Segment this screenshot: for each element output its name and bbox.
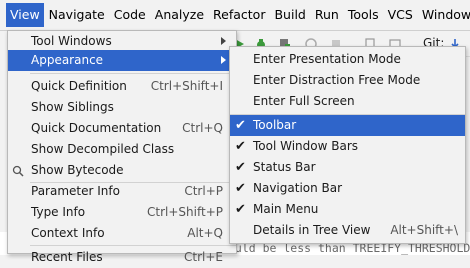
menu-item-label: Type Info <box>31 205 86 219</box>
menu-refactor[interactable]: Refactor <box>209 3 269 27</box>
menu-item-label: Enter Full Screen <box>253 94 355 108</box>
menu-item-label: Show Bytecode <box>31 163 124 177</box>
menu-item-show-bytecode[interactable]: Show Bytecode <box>8 160 236 181</box>
menu-item-label: Quick Documentation <box>31 121 162 135</box>
menu-item-toolbar[interactable]: ✔ Toolbar <box>230 115 465 136</box>
menu-item-show-decompiled-class[interactable]: Show Decompiled Class <box>8 139 236 160</box>
menu-item-label: Appearance <box>31 53 104 67</box>
menu-code[interactable]: Code <box>110 3 150 27</box>
menu-item-full-screen[interactable]: Enter Full Screen <box>230 91 465 112</box>
view-menu-dropdown: Tool Windows Appearance Quick Definition… <box>7 30 237 264</box>
menu-item-label: Main Menu <box>253 202 319 216</box>
menu-item-label: Recent Files <box>31 250 103 264</box>
submenu-arrow-icon <box>221 56 226 64</box>
menu-item-label: Show Siblings <box>31 100 114 114</box>
menu-item-label: Enter Presentation Mode <box>253 52 401 66</box>
menu-window[interactable]: Window <box>418 3 470 27</box>
menu-item-shortcut: Ctrl+Shift+P <box>147 205 223 219</box>
menu-item-status-bar[interactable]: ✔ Status Bar <box>230 157 465 178</box>
menu-item-recent-files[interactable]: Recent Files Ctrl+E <box>8 247 236 268</box>
menu-run[interactable]: Run <box>311 3 343 27</box>
menu-item-shortcut: Alt+Q <box>187 226 223 240</box>
bytecode-icon <box>12 165 24 177</box>
menu-item-type-info[interactable]: Type Info Ctrl+Shift+P <box>8 202 236 223</box>
menu-item-shortcut: Ctrl+Shift+I <box>150 79 223 93</box>
menu-item-shortcut: Ctrl+E <box>184 250 223 264</box>
menu-item-quick-documentation[interactable]: Quick Documentation Ctrl+Q <box>8 118 236 139</box>
checkmark-icon: ✔ <box>235 160 246 175</box>
menu-item-label: Enter Distraction Free Mode <box>253 73 421 87</box>
menu-item-parameter-info[interactable]: Parameter Info Ctrl+P <box>8 181 236 202</box>
menu-tools[interactable]: Tools <box>344 3 383 27</box>
menu-item-label: Toolbar <box>253 118 297 132</box>
menu-item-label: Status Bar <box>253 160 316 174</box>
main-menu-bar: View Navigate Code Analyze Refactor Buil… <box>0 0 470 31</box>
menu-item-context-info[interactable]: Context Info Alt+Q <box>8 223 236 244</box>
menu-item-main-menu[interactable]: ✔ Main Menu <box>230 199 465 220</box>
menu-view[interactable]: View <box>6 3 44 27</box>
menu-analyze[interactable]: Analyze <box>151 3 208 27</box>
menu-item-appearance[interactable]: Appearance <box>8 50 236 71</box>
menu-item-tool-window-bars[interactable]: ✔ Tool Window Bars <box>230 136 465 157</box>
menu-vcs[interactable]: VCS <box>384 3 417 27</box>
menu-item-distraction-free-mode[interactable]: Enter Distraction Free Mode <box>230 70 465 91</box>
menu-navigate[interactable]: Navigate <box>45 3 109 27</box>
menu-item-presentation-mode[interactable]: Enter Presentation Mode <box>230 49 465 70</box>
menu-item-label: Parameter Info <box>31 184 120 198</box>
menu-item-shortcut: Ctrl+Q <box>182 121 223 135</box>
checkmark-icon: ✔ <box>235 139 246 154</box>
menu-item-show-siblings[interactable]: Show Siblings <box>8 97 236 118</box>
menu-item-navigation-bar[interactable]: ✔ Navigation Bar <box>230 178 465 199</box>
menu-item-tool-windows[interactable]: Tool Windows <box>8 31 236 52</box>
menu-build[interactable]: Build <box>270 3 309 27</box>
menu-item-quick-definition[interactable]: Quick Definition Ctrl+Shift+I <box>8 76 236 97</box>
menu-item-label: Details in Tree View <box>253 223 371 237</box>
menu-separator <box>30 73 236 74</box>
menu-item-label: Context Info <box>31 226 105 240</box>
menu-item-label: Navigation Bar <box>253 181 343 195</box>
checkmark-icon: ✔ <box>235 181 246 196</box>
menu-item-label: Tool Windows <box>31 34 112 48</box>
appearance-submenu: Enter Presentation Mode Enter Distractio… <box>229 46 466 244</box>
checkmark-icon: ✔ <box>235 118 246 133</box>
menu-item-label: Tool Window Bars <box>253 139 359 153</box>
menu-item-label: Quick Definition <box>31 79 127 93</box>
submenu-arrow-icon <box>221 37 226 45</box>
checkmark-icon: ✔ <box>235 202 246 217</box>
menu-item-shortcut: Ctrl+P <box>184 184 223 198</box>
menu-item-label: Show Decompiled Class <box>31 142 175 156</box>
menu-item-shortcut: Alt+Shift+\ <box>390 223 458 237</box>
menu-separator <box>30 245 236 246</box>
menu-item-details-in-tree-view[interactable]: Details in Tree View Alt+Shift+\ <box>230 220 465 241</box>
